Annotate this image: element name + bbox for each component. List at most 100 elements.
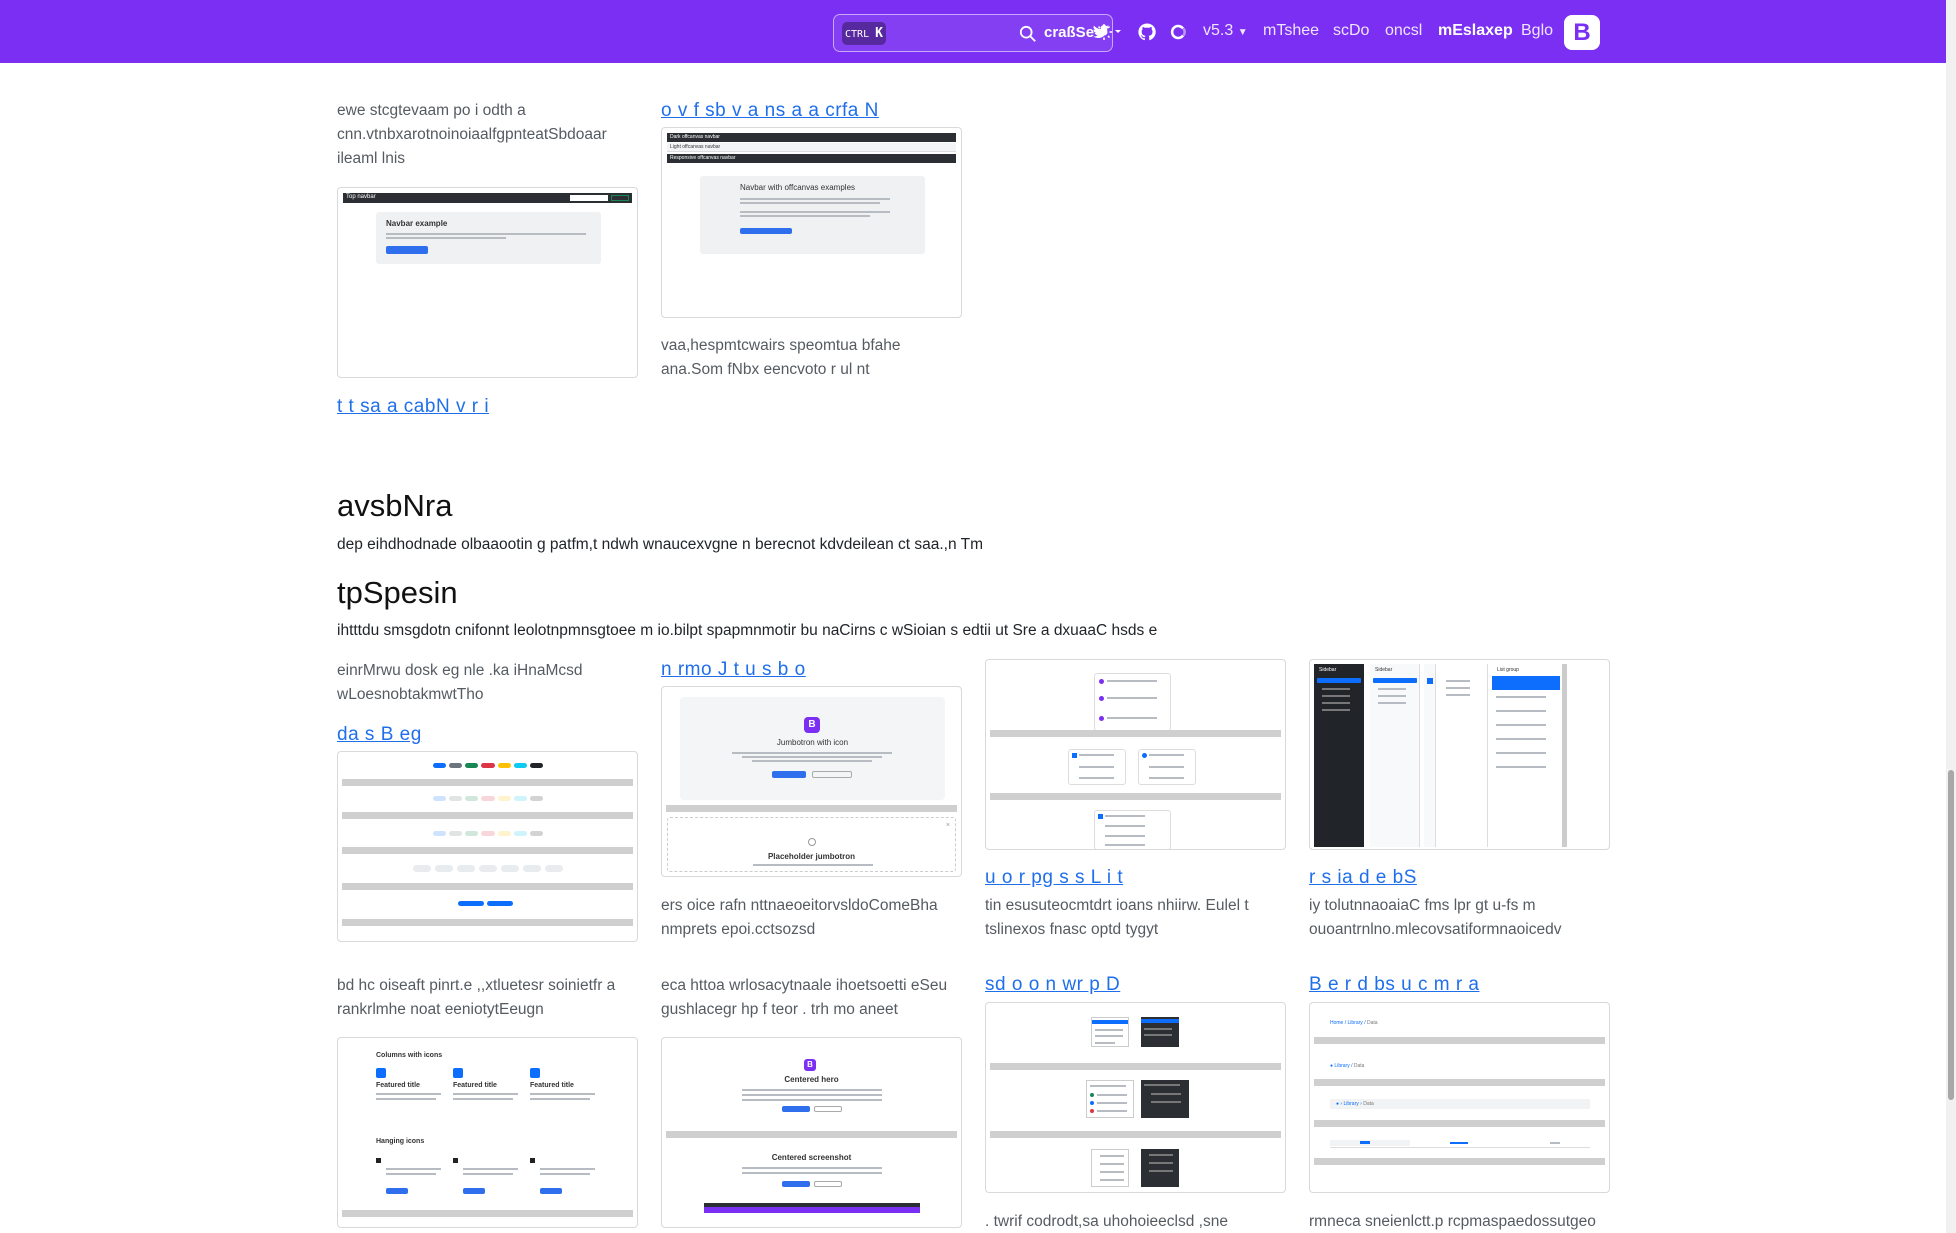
mini-title: Columns with icons: [376, 1052, 443, 1059]
snippet-link-sidebars[interactable]: r s ia d e bS: [1309, 867, 1417, 889]
mini-badge-row: [433, 796, 543, 801]
mini-radio-list: [1138, 749, 1196, 785]
snippet-description: ers oice rafn nttnaeoeitorvsldoComeBha n…: [661, 897, 938, 938]
section-paragraph: ihtttdu smsgdotn cnifonnt leolotnpmnsgto…: [337, 622, 1158, 639]
mini-placeholder-jumbotron: × Placeholder jumbotron: [667, 817, 956, 872]
github-icon[interactable]: [1137, 22, 1157, 42]
snippet-link-dropdowns[interactable]: sd o o n wr p D: [985, 974, 1120, 996]
snippet-link-jumbotrons[interactable]: n rmo J t u s b o: [661, 659, 806, 681]
mini-breadcrumb: Home / Library / Data: [1330, 1020, 1378, 1026]
snippet-description: . twrif codrodt,sa uhohoieeclsd ,sne: [985, 1213, 1228, 1230]
mini-responsive-bar: Responsive offcanvas navbar: [667, 154, 956, 163]
breadcrumbs-thumbnail[interactable]: Home / Library / Data ● Library / Data ●…: [1309, 1002, 1610, 1193]
mini-crumb: Library: [1334, 1063, 1350, 1069]
mini-light-bar: Light offcanvas navbar: [667, 143, 956, 152]
mini-breadcrumb-arrows: [1330, 1138, 1590, 1148]
mini-checkbox-list: [1068, 749, 1126, 785]
nav-link-icons[interactable]: oncsl: [1385, 22, 1422, 40]
mini-icon-sidebar: [1424, 664, 1436, 847]
mini-feature-title: Featured title: [453, 1082, 497, 1089]
mini-title: Jumbotron with icon: [776, 738, 849, 747]
mini-sidebar-title: Sidebar: [1375, 667, 1393, 673]
snippet-description: rmneca sneienlctt.p rcpmaspaedossutgeo: [1309, 1213, 1596, 1230]
offcanvas-navbar-thumbnail[interactable]: Dark offcanvas navbar Light offcanvas na…: [661, 127, 962, 318]
snippet-description: tin esusuteocmtdrt ioans nhiirw. Eulel t…: [985, 897, 1249, 938]
mini-screenshot-strip: [704, 1203, 920, 1213]
mini-crumb: Data: [1366, 1020, 1378, 1026]
mini-feature-title: Featured title: [530, 1082, 574, 1089]
bootstrap-logo[interactable]: B: [1564, 15, 1600, 50]
nav-link-docs[interactable]: scDo: [1333, 22, 1369, 40]
list-groups-thumbnail[interactable]: [985, 659, 1286, 850]
mini-title: Navbar with offcanvas examples: [740, 183, 856, 192]
keyboard-shortcut-hint: CTRL K: [842, 22, 886, 45]
mini-title: Centered screenshot: [771, 1153, 852, 1162]
mini-list-group: [1094, 673, 1171, 731]
example-description: ewe stcgtevaam po i odth a cnn.vtnbxarot…: [337, 102, 607, 167]
snippet-description: einrMrwu dosk eg nle .ka iHnaMcsd wLoesn…: [337, 662, 583, 703]
mini-search-button: [611, 195, 629, 201]
navbar-example-thumbnail[interactable]: Top navbar Navbar example: [337, 187, 638, 378]
theme-toggle-icon[interactable]: [1096, 22, 1122, 42]
heroes-thumbnail[interactable]: B Centered hero Centered screenshot: [661, 1037, 962, 1228]
mini-breadcrumb-chevrons: ● › Library › Data: [1330, 1099, 1590, 1109]
mini-row: Light offcanvas navbar: [670, 144, 721, 150]
mini-jumbotron: B Jumbotron with icon: [680, 697, 945, 800]
snippet-description: bd hc oiseaft pinrt.e ,,xtluetesr soinie…: [337, 977, 616, 1018]
mini-dark-sidebar: Sidebar: [1314, 664, 1364, 847]
mini-dropdown-icons-dark: [1141, 1149, 1179, 1187]
snippet-link-list-groups[interactable]: u o r pg s s L i t: [985, 867, 1123, 889]
mini-badge-row: [433, 831, 543, 836]
mini-crumb: Data: [1353, 1063, 1365, 1069]
scrollbar-thumb[interactable]: [1948, 770, 1954, 1100]
mini-navbar-brand: Top navbar: [346, 194, 376, 200]
mini-title: Navbar example: [386, 219, 448, 228]
opencollective-icon[interactable]: [1168, 22, 1188, 42]
mini-crumb: Library: [1343, 1101, 1359, 1107]
mini-list-sidebar: List group: [1492, 664, 1560, 847]
section-heading-custom-components: avsbNra: [337, 488, 453, 523]
features-thumbnail[interactable]: Columns with icons Featured title Featur…: [337, 1037, 638, 1228]
mini-crumb: Library: [1347, 1020, 1363, 1026]
mini-row: Dark offcanvas navbar: [670, 134, 720, 140]
mini-dark-bar: Dark offcanvas navbar: [667, 133, 956, 142]
section-paragraph: dep eihdhodnade olbaaootin g patfm,t ndw…: [337, 536, 983, 553]
mini-crumb: Data: [1363, 1101, 1374, 1107]
docs-search-button[interactable]: CTRL K craßSe: [833, 14, 1113, 52]
mini-dropdown-icons: [1091, 1149, 1129, 1187]
mini-jumbotron: Navbar with offcanvas examples: [700, 176, 925, 254]
mini-todo-list: [1094, 810, 1171, 849]
example-description: vaa,hespmtcwairs speomtua bfahe ana.Som …: [661, 337, 901, 378]
version-dropdown[interactable]: v5.3 ▼: [1203, 22, 1248, 40]
mini-light-sidebar: Sidebar: [1370, 664, 1420, 847]
section-heading-snippets: tpSpesin: [337, 575, 458, 610]
page-scrollbar[interactable]: [1946, 0, 1956, 1233]
mini-dropdown-light: [1091, 1017, 1129, 1047]
example-link-navbar-fixed[interactable]: t t sa a cabN v r i: [337, 396, 489, 418]
snippet-description: iy tolutnnaoaiaC fms lpr gt u-fs m ouoan…: [1309, 897, 1562, 938]
snippet-link-breadcrumbs[interactable]: B e r d bs u c m r a: [1309, 974, 1480, 996]
mini-avatar-badge-row: [413, 865, 563, 872]
mini-title: Placeholder jumbotron: [767, 852, 856, 861]
mini-sidebar-title: Sidebar: [1319, 667, 1337, 673]
mini-title: Hanging icons: [376, 1138, 425, 1145]
jumbotrons-thumbnail[interactable]: B Jumbotron with icon × Placeholder jumb…: [661, 686, 962, 877]
top-navbar: CTRL K craßSe v5.3 ▼ mTshee scDo oncsl m…: [0, 0, 1946, 63]
sidebars-thumbnail[interactable]: Sidebar Sidebar List group: [1309, 659, 1610, 850]
nav-link-blog[interactable]: Bglo: [1521, 22, 1553, 40]
mini-dropdown-search-dark: [1141, 1080, 1189, 1118]
dropdowns-thumbnail[interactable]: [985, 1002, 1286, 1193]
example-link-offcanvas-navbar[interactable]: o v f sb v a ns a a crfa N: [661, 100, 879, 122]
mini-row: Responsive offcanvas navbar: [670, 155, 736, 161]
mini-divider: [1562, 664, 1567, 847]
mini-breadcrumb-icon: ● Library / Data: [1330, 1063, 1365, 1069]
nav-link-examples[interactable]: mEslaxep: [1438, 22, 1513, 40]
search-overlap-text: craßSe: [1044, 24, 1095, 41]
mini-dropdown-search: [1086, 1080, 1134, 1118]
mini-dismissible-badges: [458, 901, 513, 906]
badges-thumbnail[interactable]: [337, 751, 638, 942]
snippet-link-badges[interactable]: da s B eg: [337, 724, 422, 746]
nav-link-themes[interactable]: mTshee: [1263, 22, 1319, 40]
mini-dropdown-dark: [1141, 1017, 1179, 1047]
search-icon: [1019, 25, 1036, 42]
